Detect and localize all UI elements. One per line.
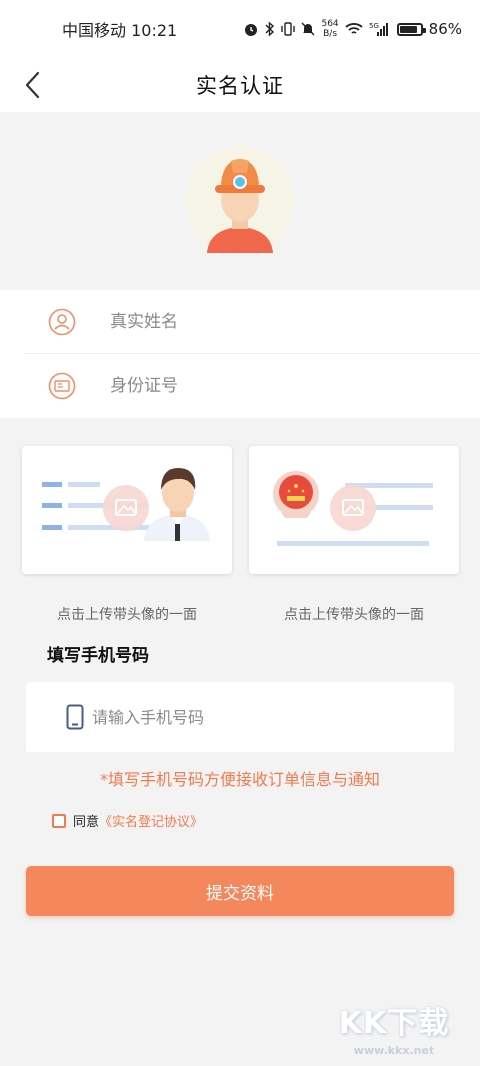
- submit-button[interactable]: 提交资料: [26, 866, 454, 916]
- vibrate-icon: [281, 22, 296, 36]
- agreement-checkbox[interactable]: [52, 813, 66, 828]
- avatar-section: [0, 112, 480, 290]
- phone-section-heading: 填写手机号码: [47, 646, 149, 666]
- agreement-row: 同意 《实名登记协议》: [52, 811, 203, 830]
- phone-hint: *填写手机号码方便接收订单信息与通知: [99, 770, 380, 789]
- page-title: 实名认证: [196, 74, 284, 98]
- id-number-input[interactable]: [110, 366, 450, 406]
- name-row: [0, 290, 480, 354]
- id-front-caption: 点击上传带头像的一面: [57, 607, 197, 623]
- back-button[interactable]: [16, 68, 48, 102]
- watermark-logo: KK下载: [338, 1006, 450, 1041]
- status-icons: 564 B/s 5G 86%: [243, 19, 462, 39]
- bluetooth-icon: [265, 21, 275, 37]
- battery-icon: [396, 22, 426, 36]
- real-name-input[interactable]: [110, 302, 450, 342]
- status-bar: 中国移动 10:21 564 B/s 5G 86%: [0, 0, 480, 58]
- phone-input[interactable]: [92, 697, 432, 737]
- signal-5g-icon: 5G: [369, 22, 388, 36]
- worker-avatar-illustration: [186, 146, 294, 254]
- id-back-illustration: [273, 471, 433, 546]
- agreement-link[interactable]: 《实名登记协议》: [99, 811, 203, 830]
- net-speed: 564 B/s: [321, 19, 339, 39]
- alarm-icon: [245, 24, 258, 36]
- chevron-left-icon: [25, 71, 40, 99]
- site-watermark: KK下载 www.kkx.net: [334, 998, 454, 1058]
- agreement-prefix: 同意: [73, 815, 100, 830]
- nav-bar: 实名认证: [0, 58, 480, 112]
- id-back-upload[interactable]: [249, 446, 459, 574]
- mobile-phone-icon: [66, 704, 84, 730]
- id-card-icon: [48, 372, 76, 400]
- network-label: 5G: [369, 22, 379, 30]
- watermark-url: www.kkx.net: [353, 1044, 435, 1057]
- id-front-upload[interactable]: [22, 446, 232, 574]
- battery-percent: 86%: [428, 20, 462, 38]
- identity-form: [0, 290, 480, 418]
- id-row: [0, 354, 480, 418]
- carrier-time: 中国移动 10:21: [62, 21, 178, 40]
- id-back-caption: 点击上传带头像的一面: [284, 607, 424, 623]
- user-icon: [48, 308, 76, 336]
- phone-field-container: [26, 682, 454, 752]
- mute-icon: [301, 22, 315, 36]
- wifi-icon: [345, 23, 363, 34]
- id-front-illustration: [42, 468, 210, 541]
